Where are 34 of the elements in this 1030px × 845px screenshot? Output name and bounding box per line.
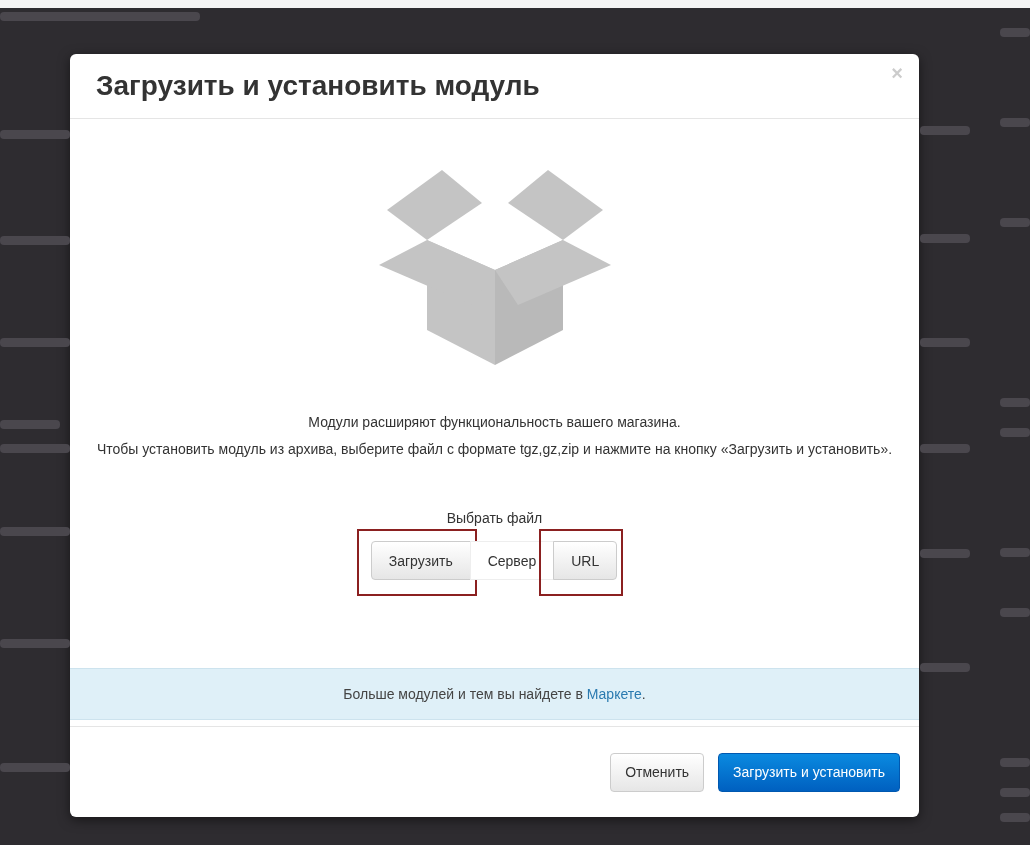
- blurred-text: [920, 126, 970, 135]
- blurred-text: [0, 639, 70, 648]
- source-button[interactable]: Сервер: [469, 541, 555, 580]
- blurred-text: [1000, 118, 1030, 127]
- blurred-text: [1000, 788, 1030, 797]
- install-button[interactable]: Загрузить и установить: [718, 752, 900, 792]
- notice-text: Больше модулей и тем вы найдете в Маркете.: [70, 668, 919, 720]
- blurred-text: [920, 444, 970, 453]
- source-button[interactable]: Загрузить: [370, 541, 471, 580]
- blurred-text: [1000, 218, 1030, 227]
- blurred-text: [1000, 758, 1030, 767]
- blurred-text: [0, 130, 70, 139]
- blurred-text: [0, 763, 70, 772]
- blurred-text: [920, 338, 970, 347]
- market-link[interactable]: Маркете: [586, 686, 642, 702]
- blurred-text: [1000, 548, 1030, 557]
- choose-file-label: Выбрать файл: [446, 510, 543, 526]
- blurred-text: [1000, 28, 1030, 37]
- blurred-text: [920, 549, 970, 558]
- blurred-text: [0, 527, 70, 536]
- blurred-text: [0, 444, 70, 453]
- blurred-text: [1000, 608, 1030, 617]
- source-button[interactable]: URL: [553, 541, 618, 580]
- blurred-text: [0, 338, 70, 347]
- cancel-button[interactable]: Отменить: [610, 752, 705, 792]
- blurred-text: [1000, 398, 1030, 407]
- blurred-text: [1000, 428, 1030, 437]
- dialog-title: Загрузить и установить модуль: [96, 70, 540, 102]
- blurred-text: [1000, 813, 1030, 822]
- blurred-text: [0, 420, 60, 429]
- blurred-text: [920, 663, 970, 672]
- blurred-text: [920, 234, 970, 243]
- description-text: Модули расширяют функциональность вашего магазина. Чтобы установить модуль из архива, выберите файл с формате tgz,gz,zip и нажмите на кнопку «Загрузить и установить».: [95, 413, 894, 459]
- blurred-text: [0, 236, 70, 245]
